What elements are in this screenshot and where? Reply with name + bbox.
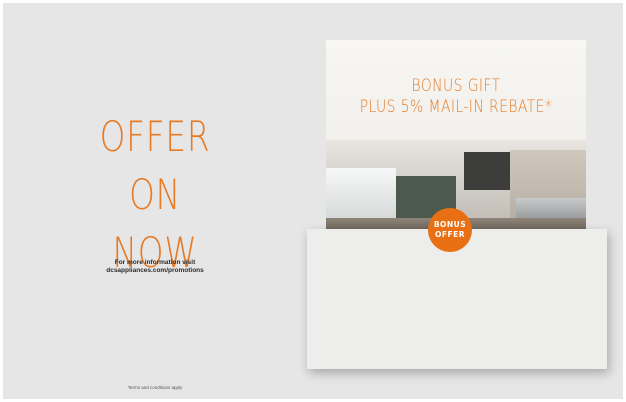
kitchen-promo-image xyxy=(326,40,586,232)
info-text: For more information visit dcsappliances… xyxy=(95,259,215,275)
kitchen-hood xyxy=(464,152,510,190)
info-line-1: For more information visit xyxy=(114,259,196,266)
bonus-offer-badge: BONUS OFFER xyxy=(428,208,472,252)
promo-title-line-1: BONUS GIFT xyxy=(411,76,501,96)
offer-line-1: OFFER xyxy=(99,112,211,161)
promo-title-line-2: PLUS 5% MAIL-IN REBATE* xyxy=(359,97,553,117)
promo-title: BONUS GIFT PLUS 5% MAIL-IN REBATE* xyxy=(326,76,586,118)
terms-text: Terms and conditions apply xyxy=(127,385,183,390)
promotions-link[interactable]: dcsappliances.com/promotions xyxy=(95,267,215,275)
offer-headline: OFFER ON NOW xyxy=(93,108,218,282)
badge-line-1: BONUS xyxy=(433,220,467,229)
badge-line-2: OFFER xyxy=(434,230,466,239)
